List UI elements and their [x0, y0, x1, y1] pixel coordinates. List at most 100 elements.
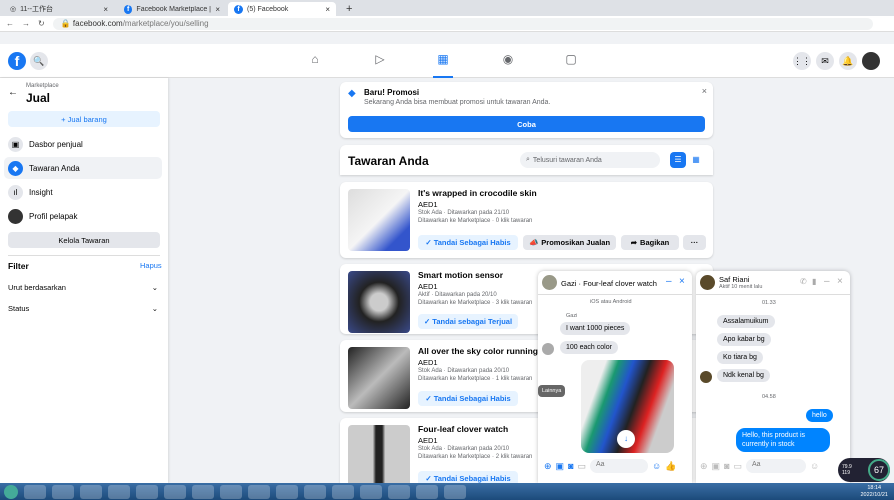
gif-icon[interactable]: ▭: [578, 461, 587, 472]
divider: [8, 255, 160, 256]
app-icon[interactable]: [360, 484, 382, 499]
minimize-icon[interactable]: –: [666, 276, 672, 287]
chevron-down-icon: ⌄: [151, 304, 158, 313]
sell-item-button[interactable]: + Jual barang: [8, 111, 160, 127]
marketplace-icon[interactable]: ▦: [433, 52, 453, 78]
system-clock[interactable]: 18:14 2022/10/21: [860, 485, 888, 499]
browser-tab-active[interactable]: f (5) Facebook ×: [228, 2, 336, 16]
app-icon[interactable]: [220, 484, 242, 499]
close-icon[interactable]: ×: [837, 276, 843, 287]
listing-image[interactable]: [348, 347, 410, 409]
grid-view-button[interactable]: ▦: [688, 152, 704, 168]
groups-icon[interactable]: ◉: [498, 52, 518, 72]
like-icon[interactable]: 👍: [665, 461, 676, 472]
reload-icon[interactable]: ↻: [38, 19, 45, 28]
plus-icon[interactable]: ⊕: [544, 461, 552, 472]
download-icon[interactable]: ↓: [617, 430, 635, 448]
message-input[interactable]: Aa: [746, 459, 807, 473]
gif-icon[interactable]: ▭: [734, 461, 743, 472]
chevron-down-icon: ⌄: [151, 283, 158, 292]
close-icon[interactable]: ×: [702, 86, 707, 96]
listing-image[interactable]: [348, 271, 410, 333]
listing-image[interactable]: [348, 189, 410, 251]
close-tab-icon[interactable]: ×: [215, 5, 220, 14]
forward-icon[interactable]: →: [22, 19, 30, 28]
url-input[interactable]: 🔒 facebook.com/marketplace/you/selling: [52, 17, 873, 30]
notifications-icon[interactable]: 🔔: [839, 52, 857, 70]
network-meter-widget[interactable]: 79.9 119 67: [838, 458, 890, 482]
more-options-button[interactable]: ···: [683, 235, 706, 250]
sort-dropdown[interactable]: Urut berdasarkan ⌄: [8, 283, 158, 292]
chat-header[interactable]: Saf Riani Aktif 10 menit lalu ✆ ▮ – ×: [696, 271, 850, 295]
wps-icon[interactable]: [388, 484, 410, 499]
chart-icon: ıl: [8, 184, 23, 200]
message-input[interactable]: Aa: [590, 459, 649, 473]
address-bar-row: ← → ↻ 🔒 facebook.com/marketplace/you/selli…: [0, 16, 894, 32]
promote-button[interactable]: 📣 Promosikan Jualan: [523, 235, 616, 250]
app-icon[interactable]: [304, 484, 326, 499]
app-icon[interactable]: [276, 484, 298, 499]
plus-icon[interactable]: ⊕: [700, 461, 708, 472]
start-button[interactable]: [4, 484, 18, 499]
mark-sold-out-button[interactable]: ✓ Tandai Sebagai Habis: [418, 235, 518, 250]
close-icon[interactable]: ×: [679, 276, 685, 287]
search-listings-input[interactable]: ⌕ Telusuri tawaran Anda: [520, 152, 660, 168]
gaming-icon[interactable]: ▢: [561, 52, 581, 72]
breadcrumb[interactable]: Marketplace: [26, 83, 59, 89]
new-tab-button[interactable]: +: [340, 2, 358, 16]
mark-sold-button[interactable]: ✓ Tandai sebagai Terjual: [418, 314, 518, 329]
listing-card[interactable]: It's wrapped in crocodile skin AED1 Stok…: [340, 182, 713, 258]
emoji-icon[interactable]: ☺: [810, 461, 819, 471]
facebook-icon: f: [124, 4, 133, 14]
sidebar-item-your-listings[interactable]: ◆ Tawaran Anda: [4, 157, 162, 179]
share-button[interactable]: ➦ Bagikan: [621, 235, 679, 250]
app-icon[interactable]: [332, 484, 354, 499]
avatar[interactable]: [862, 52, 880, 70]
status-dropdown[interactable]: Status ⌄: [8, 304, 158, 313]
minimize-icon[interactable]: –: [824, 276, 830, 287]
back-icon[interactable]: ←: [6, 19, 14, 28]
app-icon[interactable]: [248, 484, 270, 499]
try-button[interactable]: Coba: [348, 116, 705, 132]
app-icon[interactable]: [164, 484, 186, 499]
sidebar-item-insight[interactable]: ıl Insight: [4, 181, 162, 203]
facebook-icon: f: [234, 4, 243, 14]
video-call-icon[interactable]: ▮: [812, 277, 816, 286]
sticker-icon[interactable]: ◙: [724, 461, 729, 471]
browser-tab[interactable]: ◎ 11--工作台 ×: [4, 2, 114, 16]
globe-icon: ◎: [10, 6, 17, 13]
back-arrow-icon[interactable]: ←: [8, 87, 18, 98]
close-tab-icon[interactable]: ×: [103, 5, 108, 14]
messenger-icon[interactable]: ✉: [816, 52, 834, 70]
photo-icon[interactable]: ▣: [556, 461, 565, 472]
explorer-icon[interactable]: [52, 484, 74, 499]
ie-icon[interactable]: [24, 484, 46, 499]
video-icon[interactable]: ▷: [370, 52, 390, 72]
mark-sold-out-button[interactable]: ✓ Tandai Sebagai Habis: [418, 391, 518, 406]
app-icon[interactable]: [444, 484, 466, 499]
app-icon[interactable]: [136, 484, 158, 499]
chrome-icon[interactable]: [80, 484, 102, 499]
clear-filter-link[interactable]: Hapus: [140, 261, 162, 270]
sidebar-item-dashboard[interactable]: ▣ Dasbor penjual: [4, 133, 162, 155]
chrome-icon[interactable]: [108, 484, 130, 499]
manage-listings-button[interactable]: Kelola Tawaran: [8, 232, 160, 248]
listing-image[interactable]: [348, 425, 410, 487]
facebook-logo[interactable]: f: [8, 52, 26, 70]
app-icon[interactable]: [416, 484, 438, 499]
search-icon[interactable]: 🔍: [30, 52, 48, 70]
emoji-icon[interactable]: ☺: [652, 461, 661, 471]
sidebar-item-seller-profile[interactable]: Profil pelapak: [4, 205, 162, 227]
menu-grid-icon[interactable]: ⋮⋮: [793, 52, 811, 70]
chat-header[interactable]: Gazi · Four-leaf clover watch – ×: [538, 271, 692, 295]
wechat-icon[interactable]: [192, 484, 214, 499]
photo-icon[interactable]: ▣: [712, 461, 721, 472]
close-tab-icon[interactable]: ×: [325, 5, 330, 14]
list-view-button[interactable]: ☰: [670, 152, 686, 168]
browser-tab[interactable]: fFacebook Marketplace | Faceb×: [118, 2, 226, 16]
share-icon: ➦: [630, 238, 638, 247]
phone-icon[interactable]: ✆: [800, 277, 807, 286]
image-attachment[interactable]: ↓: [581, 360, 674, 453]
sticker-icon[interactable]: ◙: [568, 461, 573, 471]
home-icon[interactable]: ⌂: [305, 52, 325, 72]
